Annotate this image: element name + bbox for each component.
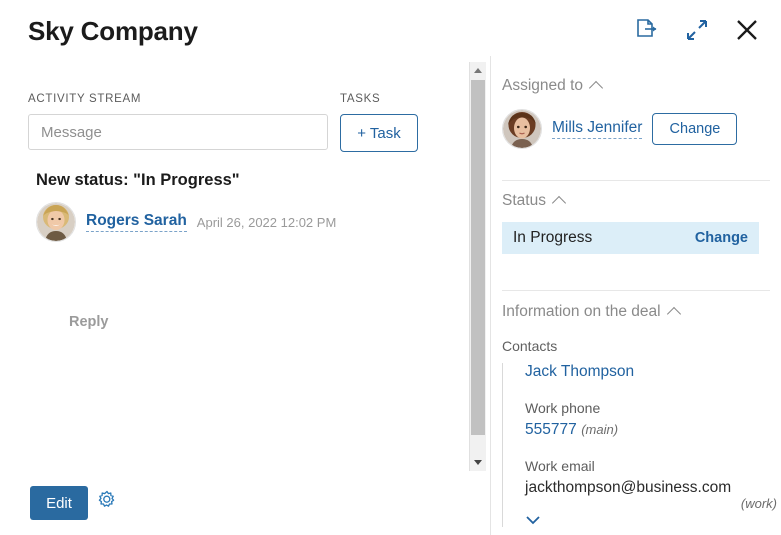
gear-icon[interactable] — [97, 490, 117, 510]
activity-stream-label: ACTIVITY STREAM — [28, 93, 142, 105]
avatar — [502, 109, 542, 149]
page-title: Sky Company — [28, 16, 198, 46]
activity-author-link[interactable]: Rogers Sarah — [86, 212, 187, 232]
reply-link[interactable]: Reply — [69, 314, 109, 330]
header-actions — [633, 16, 761, 44]
assigned-to-title: Assigned to — [502, 77, 583, 94]
work-email-value: jackthompson@business.com — [525, 479, 732, 496]
message-input[interactable] — [28, 114, 328, 150]
work-phone-value[interactable]: 555777 — [525, 421, 577, 438]
work-email-label: Work email — [525, 458, 595, 474]
chevron-up-icon — [666, 306, 681, 322]
activity-entry-date: April 26, 2022 12:02 PM — [196, 214, 337, 230]
deal-sidebar: Assigned to Mills Jennifer Change Status… — [491, 62, 781, 535]
close-icon[interactable] — [733, 16, 761, 44]
status-section: Status In Progress Change — [491, 192, 781, 254]
scrollbar-thumb[interactable] — [471, 80, 485, 435]
change-assignee-button[interactable]: Change — [652, 113, 738, 145]
status-header[interactable]: Status — [502, 192, 781, 211]
scroll-up-arrow-icon[interactable] — [470, 62, 486, 79]
assignee-row: Mills Jennifer Change — [502, 109, 781, 149]
tasks-label: TASKS — [340, 93, 381, 105]
activity-entry-meta: Rogers Sarah April 26, 2022 12:02 PM — [36, 202, 336, 242]
work-phone-label: Work phone — [525, 400, 601, 416]
status-badge: In Progress Change — [502, 222, 759, 254]
contacts-label: Contacts — [502, 338, 558, 354]
contact-details: Jack Thompson Work phone 555777 (main) W… — [502, 363, 781, 527]
activity-scrollbar[interactable] — [469, 62, 486, 471]
contact-name-link[interactable]: Jack Thompson — [525, 363, 781, 381]
work-phone-qualifier: (main) — [581, 422, 619, 437]
deal-detail-window: Sky Company ACTIVITY STREAM TASKS Messag… — [0, 0, 781, 535]
section-divider — [502, 180, 770, 181]
chevron-up-icon — [551, 195, 567, 211]
avatar — [36, 202, 76, 242]
export-document-icon[interactable] — [633, 16, 661, 44]
chevron-down-icon[interactable] — [525, 513, 541, 527]
chevron-up-icon — [588, 80, 604, 96]
footer-toolbar: Edit — [0, 471, 471, 535]
work-email-qualifier: (work) — [740, 496, 777, 511]
add-task-button[interactable]: + Task — [340, 114, 418, 152]
status-title: Status — [502, 192, 546, 209]
deal-information-section: Information on the deal Contacts Jack Th… — [491, 303, 781, 527]
assignee-link[interactable]: Mills Jennifer — [552, 119, 643, 139]
expand-icon[interactable] — [683, 16, 711, 44]
edit-button[interactable]: Edit — [30, 486, 88, 520]
activity-stream-panel: ACTIVITY STREAM TASKS + Task New status:… — [0, 62, 471, 472]
deal-information-title: Information on the deal — [502, 303, 661, 320]
change-status-link[interactable]: Change — [695, 230, 748, 246]
scroll-down-arrow-icon[interactable] — [470, 454, 486, 471]
status-value: In Progress — [513, 229, 593, 246]
work-phone-row: 555777 (main) — [525, 421, 781, 439]
activity-entry-title: New status: "In Progress" — [36, 171, 240, 189]
section-divider — [502, 290, 770, 291]
deal-information-header[interactable]: Information on the deal — [502, 303, 781, 322]
window-header: Sky Company — [0, 0, 781, 62]
assigned-to-section: Assigned to Mills Jennifer Change — [491, 77, 781, 149]
assigned-to-header[interactable]: Assigned to — [502, 77, 781, 96]
